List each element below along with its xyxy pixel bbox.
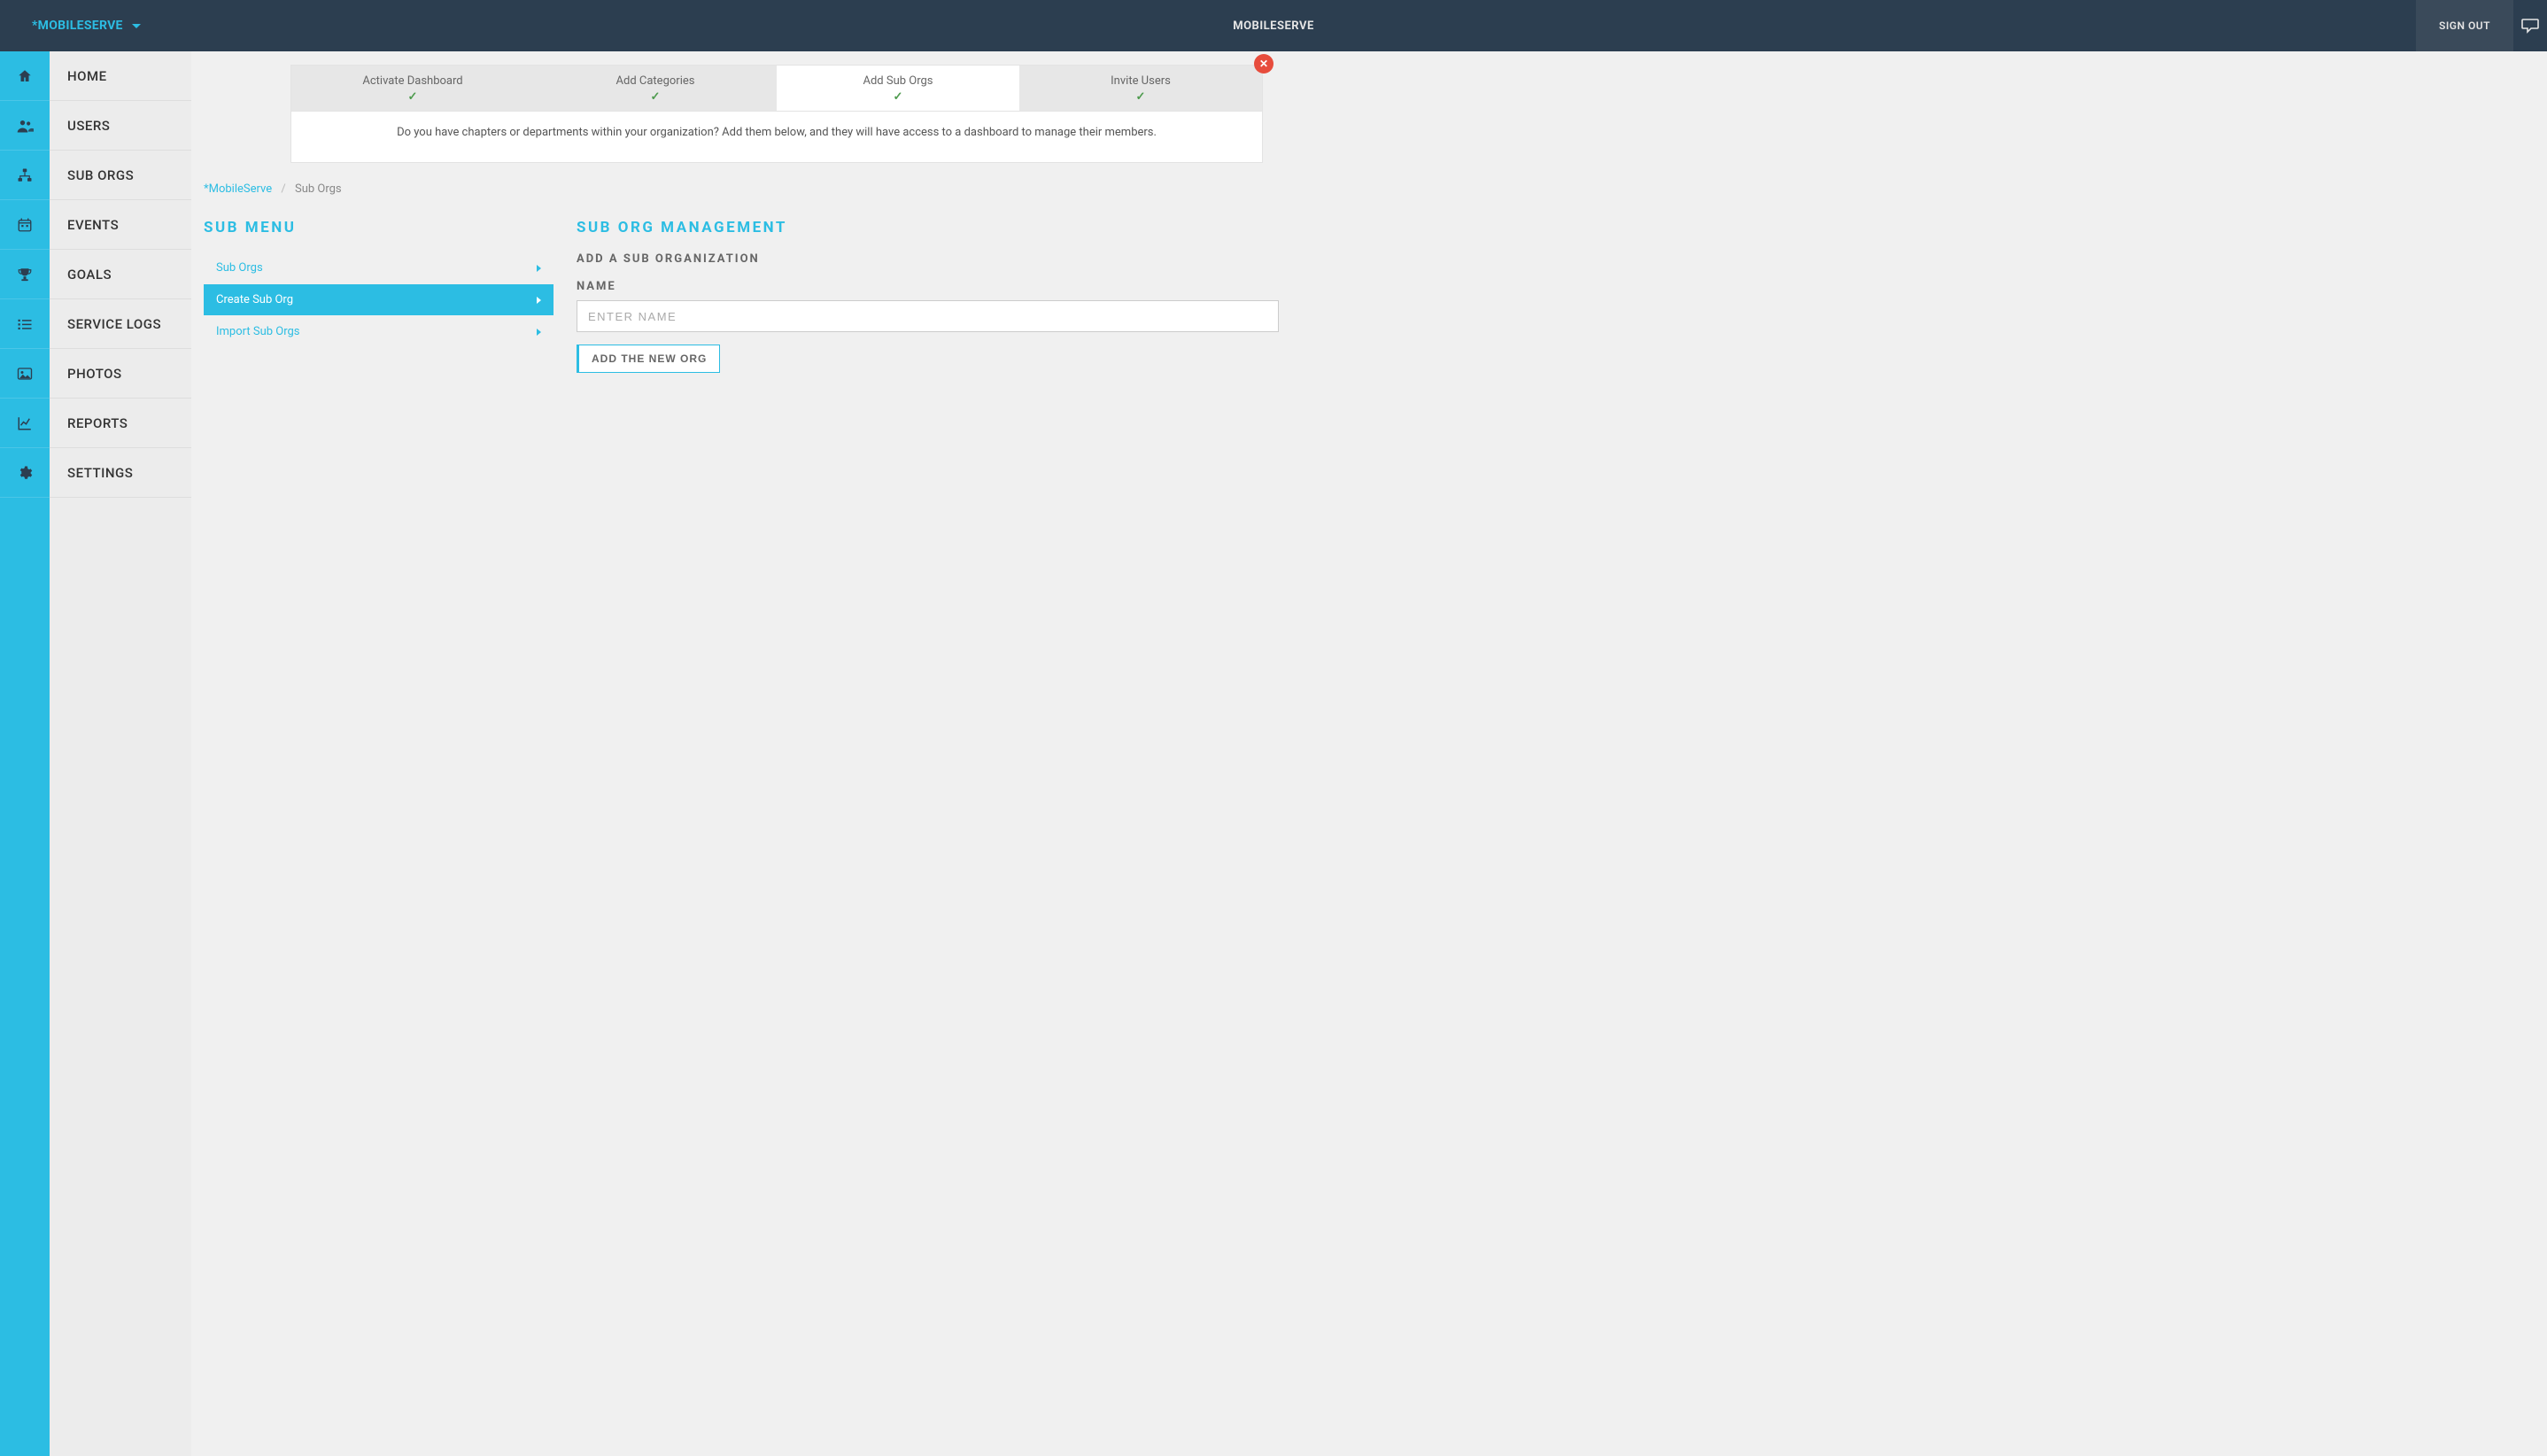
sidebar-item-home[interactable]: HOME xyxy=(50,51,191,101)
add-org-button[interactable]: ADD THE NEW ORG xyxy=(577,345,720,373)
sidebar-item-suborgs[interactable]: SUB ORGS xyxy=(50,151,191,200)
wizard-steps: Activate Dashboard ✓ Add Categories ✓ Ad… xyxy=(290,65,1263,112)
sidebar-item-goals[interactable]: GOALS xyxy=(50,250,191,299)
sidebar-icon-users[interactable] xyxy=(0,101,50,151)
breadcrumb-sep: / xyxy=(281,182,285,196)
submenu-item-create-sub-org[interactable]: Create Sub Org xyxy=(204,284,554,315)
submenu-item-import-sub-orgs[interactable]: Import Sub Orgs xyxy=(204,316,554,347)
sidebar-icon-goals[interactable] xyxy=(0,250,50,299)
wizard-close-button[interactable]: ✕ xyxy=(1254,54,1274,74)
sidebar-icon-reports[interactable] xyxy=(0,399,50,448)
submenu-item-label: Create Sub Org xyxy=(216,293,293,306)
users-icon xyxy=(16,118,34,134)
form-heading: ADD A SUB ORGANIZATION xyxy=(577,252,1279,266)
close-icon: ✕ xyxy=(1259,58,1268,70)
sidebar-icon-servicelogs[interactable] xyxy=(0,299,50,349)
name-input[interactable] xyxy=(577,300,1279,332)
sidebar-icon-suborgs[interactable] xyxy=(0,151,50,200)
calendar-icon xyxy=(17,217,33,233)
breadcrumb-root[interactable]: *MobileServe xyxy=(204,182,272,196)
wizard-step-add-sub-orgs[interactable]: Add Sub Orgs ✓ xyxy=(777,66,1019,111)
image-icon xyxy=(17,367,33,381)
check-icon: ✓ xyxy=(777,90,1019,104)
sidebar-labels: HOME USERS SUB ORGS EVENTS GOALS SERVICE… xyxy=(50,51,191,1456)
org-name: *MOBILESERVE xyxy=(32,19,123,33)
trophy-icon xyxy=(17,267,33,283)
wizard-help-text: Do you have chapters or departments with… xyxy=(290,112,1263,163)
sidebar-icon-settings[interactable] xyxy=(0,448,50,498)
onboarding-wizard: Activate Dashboard ✓ Add Categories ✓ Ad… xyxy=(290,65,1263,163)
submenu-item-label: Import Sub Orgs xyxy=(216,325,300,338)
org-dropdown[interactable]: *MOBILESERVE xyxy=(32,19,141,33)
sidebar-icon-events[interactable] xyxy=(0,200,50,250)
chevron-right-icon xyxy=(537,329,541,336)
section-title: SUB ORG MANAGEMENT xyxy=(577,219,1279,236)
breadcrumb-current: Sub Orgs xyxy=(295,182,342,196)
check-icon: ✓ xyxy=(291,90,534,104)
sidebar-icon-rail xyxy=(0,51,50,1456)
chart-icon xyxy=(17,415,33,431)
app-title: MOBILESERVE xyxy=(1233,19,1314,33)
main-content: Activate Dashboard ✓ Add Categories ✓ Ad… xyxy=(191,51,1291,728)
check-icon: ✓ xyxy=(534,90,777,104)
signout-button[interactable]: SIGN OUT xyxy=(2416,0,2513,51)
chat-icon xyxy=(2521,18,2539,34)
name-label: NAME xyxy=(577,280,1279,293)
wizard-step-label: Add Categories xyxy=(534,74,777,88)
home-icon xyxy=(17,68,33,84)
submenu-item-sub-orgs[interactable]: Sub Orgs xyxy=(204,252,554,283)
wizard-step-add-categories[interactable]: Add Categories ✓ xyxy=(534,66,777,111)
breadcrumb: *MobileServe / Sub Orgs xyxy=(204,182,1279,196)
chevron-right-icon xyxy=(537,297,541,304)
wizard-step-label: Add Sub Orgs xyxy=(777,74,1019,88)
chat-button[interactable] xyxy=(2513,0,2547,51)
submenu-column: SUB MENU Sub Orgs Create Sub Org Import … xyxy=(204,219,554,373)
topbar-left: *MOBILESERVE xyxy=(0,19,141,33)
list-icon xyxy=(17,317,33,331)
topbar-right: SIGN OUT xyxy=(2416,0,2547,51)
submenu-title: SUB MENU xyxy=(204,219,554,236)
topbar: *MOBILESERVE MOBILESERVE SIGN OUT xyxy=(0,0,2547,51)
sidebar-icon-photos[interactable] xyxy=(0,349,50,399)
form-column: SUB ORG MANAGEMENT ADD A SUB ORGANIZATIO… xyxy=(577,219,1279,373)
caret-down-icon xyxy=(132,24,141,28)
sidebar-item-photos[interactable]: PHOTOS xyxy=(50,349,191,399)
submenu-item-label: Sub Orgs xyxy=(216,261,263,275)
wizard-step-label: Invite Users xyxy=(1019,74,1262,88)
wizard-step-label: Activate Dashboard xyxy=(291,74,534,88)
sidebar-item-settings[interactable]: SETTINGS xyxy=(50,448,191,498)
chevron-right-icon xyxy=(537,265,541,272)
check-icon: ✓ xyxy=(1019,90,1262,104)
sidebar-item-events[interactable]: EVENTS xyxy=(50,200,191,250)
sidebar-item-servicelogs[interactable]: SERVICE LOGS xyxy=(50,299,191,349)
sidebar-icon-home[interactable] xyxy=(0,51,50,101)
sidebar: HOME USERS SUB ORGS EVENTS GOALS SERVICE… xyxy=(0,51,191,1456)
content-row: SUB MENU Sub Orgs Create Sub Org Import … xyxy=(204,219,1279,373)
sidebar-item-reports[interactable]: REPORTS xyxy=(50,399,191,448)
gear-icon xyxy=(17,465,33,481)
wizard-step-activate-dashboard[interactable]: Activate Dashboard ✓ xyxy=(291,66,534,111)
sitemap-icon xyxy=(17,167,33,183)
wizard-step-invite-users[interactable]: Invite Users ✓ xyxy=(1019,66,1262,111)
sidebar-item-users[interactable]: USERS xyxy=(50,101,191,151)
